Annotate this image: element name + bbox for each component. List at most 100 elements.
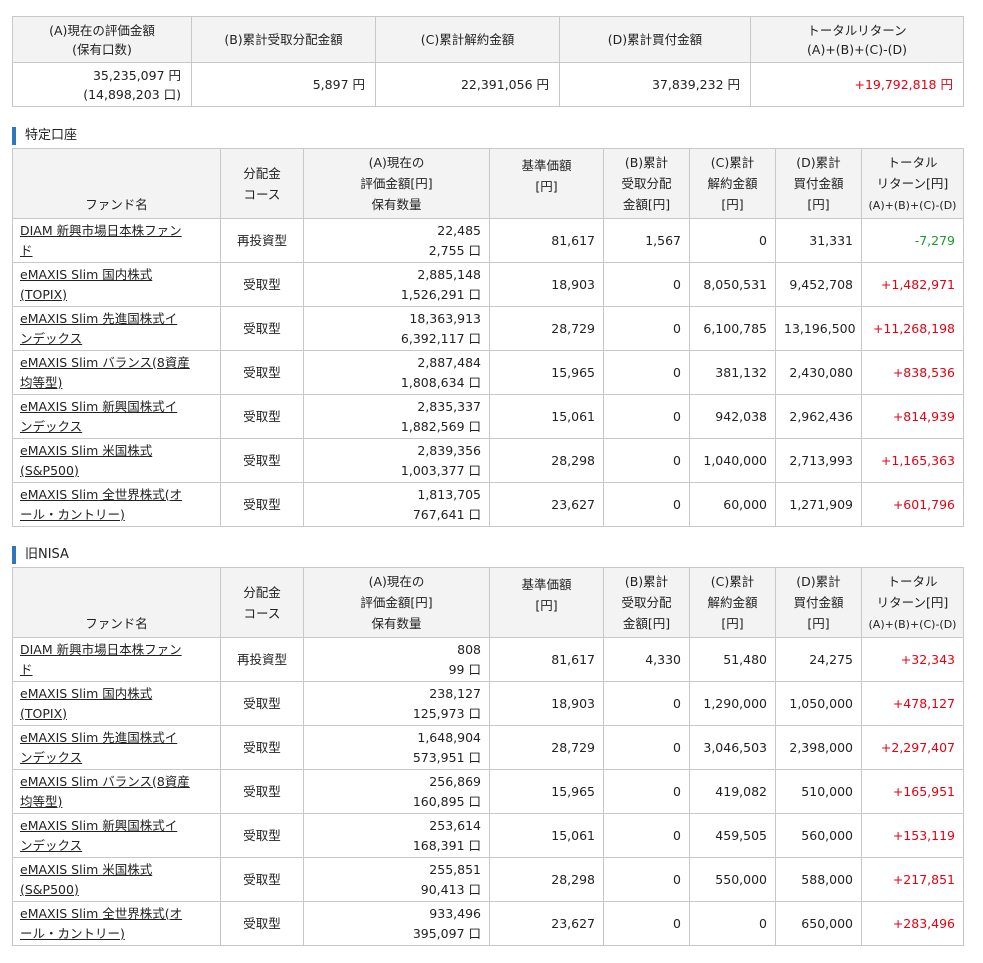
fund-name-line2[interactable]: (TOPIX): [20, 706, 67, 721]
summary-header-b: (B)累計受取分配金額: [191, 16, 376, 63]
fund-name-line1[interactable]: eMAXIS Slim バランス(8資産: [20, 774, 190, 789]
fund-name-line1[interactable]: eMAXIS Slim 全世界株式(オ: [20, 906, 182, 921]
fund-name-cell: eMAXIS Slim バランス(8資産 均等型): [12, 350, 221, 395]
header-nav-l2: [円]: [535, 598, 558, 613]
fund-row: DIAM 新興市場日本株ファンド 再投資型 808 99 口 81,617 4,330 51…: [12, 637, 964, 682]
fund-name-link[interactable]: eMAXIS Slim 先進国株式イ ンデックス: [20, 311, 177, 346]
cumulative-buy: 1,271,909: [775, 482, 862, 527]
header-cancel-l3: [円]: [721, 616, 744, 631]
fund-name-link[interactable]: eMAXIS Slim 全世界株式(オ ール・カントリー): [20, 487, 182, 522]
summary-header-a-line1: (A)現在の評価金額: [49, 22, 155, 38]
fund-name-line2[interactable]: (TOPIX): [20, 287, 67, 302]
fund-name-line2[interactable]: ンデックス: [20, 838, 82, 853]
fund-name-line2[interactable]: ンデックス: [20, 750, 82, 765]
holding-units: 99 口: [448, 661, 481, 677]
fund-name-link[interactable]: eMAXIS Slim 米国株式 (S&P500): [20, 443, 152, 478]
fund-name-cell: eMAXIS Slim 新興国株式イ ンデックス: [12, 394, 221, 439]
nav-price: 23,627: [489, 901, 604, 946]
nav-price: 28,298: [489, 438, 604, 483]
fund-name-line1[interactable]: eMAXIS Slim 新興国株式イ: [20, 818, 177, 833]
fund-name-link[interactable]: eMAXIS Slim バランス(8資産 均等型): [20, 774, 190, 809]
header-buy-l3: [円]: [807, 616, 830, 631]
summary-table: (A)現在の評価金額 (保有口数) (B)累計受取分配金額 (C)累計解約金額 (…: [12, 16, 964, 107]
fund-name-line2[interactable]: ール・カントリー): [20, 926, 125, 941]
fund-name-link[interactable]: DIAM 新興市場日本株ファンド: [20, 642, 182, 677]
fund-name-line2[interactable]: (S&P500): [20, 882, 79, 897]
fund-name-line1[interactable]: eMAXIS Slim 米国株式: [20, 443, 152, 458]
fund-name-cell: eMAXIS Slim 全世界株式(オ ール・カントリー): [12, 901, 221, 946]
fund-row: eMAXIS Slim 米国株式 (S&P500) 受取型 2,839,356 1,00…: [12, 438, 964, 483]
fund-name-link[interactable]: DIAM 新興市場日本株ファンド: [20, 223, 182, 258]
fund-name-line2[interactable]: ド: [20, 243, 33, 258]
header-buy: (D)累計 買付金額 [円]: [775, 567, 862, 638]
fund-name-link[interactable]: eMAXIS Slim 国内株式 (TOPIX): [20, 686, 152, 721]
current-value-cell: 2,887,484 1,808,634 口: [303, 350, 490, 395]
nav-price: 15,965: [489, 769, 604, 814]
header-buy-l2: 買付金額: [793, 595, 844, 610]
total-return: +32,343: [861, 637, 964, 682]
fund-name-link[interactable]: eMAXIS Slim 新興国株式イ ンデックス: [20, 399, 177, 434]
header-dist-l2: 受取分配: [621, 176, 672, 191]
nav-price: 81,617: [489, 637, 604, 682]
current-amount: 1,648,904: [417, 729, 481, 745]
fund-name-link[interactable]: eMAXIS Slim バランス(8資産 均等型): [20, 355, 190, 390]
header-cancel-l1: (C)累計: [710, 574, 755, 589]
fund-name-line2[interactable]: (S&P500): [20, 463, 79, 478]
total-return: +283,496: [861, 901, 964, 946]
total-return: -7,279: [861, 218, 964, 263]
holding-units: 1,003,377 口: [400, 462, 481, 478]
fund-name-line1[interactable]: eMAXIS Slim 全世界株式(オ: [20, 487, 182, 502]
fund-name-cell: eMAXIS Slim 米国株式 (S&P500): [12, 438, 221, 483]
fund-name-cell: eMAXIS Slim 先進国株式イ ンデックス: [12, 306, 221, 351]
current-amount: 2,835,337: [417, 398, 481, 414]
fund-name-cell: eMAXIS Slim 新興国株式イ ンデックス: [12, 813, 221, 858]
current-amount: 238,127: [429, 685, 481, 701]
fund-name-line2[interactable]: 均等型): [20, 375, 62, 390]
fund-name-line1[interactable]: DIAM 新興市場日本株ファン: [20, 223, 182, 238]
header-fund-name: ファンド名: [12, 148, 221, 219]
header-total-l3: (A)+(B)+(C)-(D): [868, 617, 957, 631]
header-buy-l3: [円]: [807, 197, 830, 212]
fund-name-link[interactable]: eMAXIS Slim 全世界株式(オ ール・カントリー): [20, 906, 182, 941]
fund-name-line2[interactable]: ール・カントリー): [20, 507, 125, 522]
fund-name-link[interactable]: eMAXIS Slim 先進国株式イ ンデックス: [20, 730, 177, 765]
fund-name-link[interactable]: eMAXIS Slim 新興国株式イ ンデックス: [20, 818, 177, 853]
current-amount: 22,485: [437, 222, 481, 238]
fund-name-link[interactable]: eMAXIS Slim 国内株式 (TOPIX): [20, 267, 152, 302]
fund-name-line2[interactable]: ド: [20, 662, 33, 677]
holding-units: 767,641 口: [412, 506, 481, 522]
fund-name-line2[interactable]: ンデックス: [20, 419, 82, 434]
fund-name-line2[interactable]: 均等型): [20, 794, 62, 809]
cumulative-cancel: 0: [689, 901, 776, 946]
fund-name-cell: eMAXIS Slim 国内株式 (TOPIX): [12, 262, 221, 307]
distribution-course: 受取型: [220, 813, 304, 858]
current-amount: 255,851: [429, 861, 481, 877]
fund-name-link[interactable]: eMAXIS Slim 米国株式 (S&P500): [20, 862, 152, 897]
cumulative-buy: 2,430,080: [775, 350, 862, 395]
fund-name-line1[interactable]: DIAM 新興市場日本株ファン: [20, 642, 182, 657]
distribution-course: 再投資型: [220, 637, 304, 682]
cumulative-distribution: 0: [603, 482, 690, 527]
fund-name-line2[interactable]: ンデックス: [20, 331, 82, 346]
cumulative-cancel: 459,505: [689, 813, 776, 858]
fund-name-line1[interactable]: eMAXIS Slim 国内株式: [20, 267, 152, 282]
summary-header-a: (A)現在の評価金額 (保有口数): [12, 16, 192, 63]
cumulative-buy: 650,000: [775, 901, 862, 946]
cumulative-distribution: 0: [603, 438, 690, 483]
current-value-cell: 2,839,356 1,003,377 口: [303, 438, 490, 483]
header-current-l2: 評価金額[円]: [360, 595, 433, 610]
holding-units: 1,808,634 口: [400, 374, 481, 390]
fund-name-line1[interactable]: eMAXIS Slim 先進国株式イ: [20, 311, 177, 326]
current-value-cell: 1,813,705 767,641 口: [303, 482, 490, 527]
fund-name-line1[interactable]: eMAXIS Slim 新興国株式イ: [20, 399, 177, 414]
current-amount: 253,614: [429, 817, 481, 833]
current-value-cell: 238,127 125,973 口: [303, 681, 490, 726]
current-value-cell: 256,869 160,895 口: [303, 769, 490, 814]
fund-name-line1[interactable]: eMAXIS Slim バランス(8資産: [20, 355, 190, 370]
header-fund-name: ファンド名: [12, 567, 221, 638]
fund-name-line1[interactable]: eMAXIS Slim 米国株式: [20, 862, 152, 877]
fund-name-line1[interactable]: eMAXIS Slim 先進国株式イ: [20, 730, 177, 745]
fund-name-line1[interactable]: eMAXIS Slim 国内株式: [20, 686, 152, 701]
summary-current-value: 35,235,097 円 (14,898,203 口): [12, 62, 192, 107]
fund-name-cell: eMAXIS Slim 米国株式 (S&P500): [12, 857, 221, 902]
